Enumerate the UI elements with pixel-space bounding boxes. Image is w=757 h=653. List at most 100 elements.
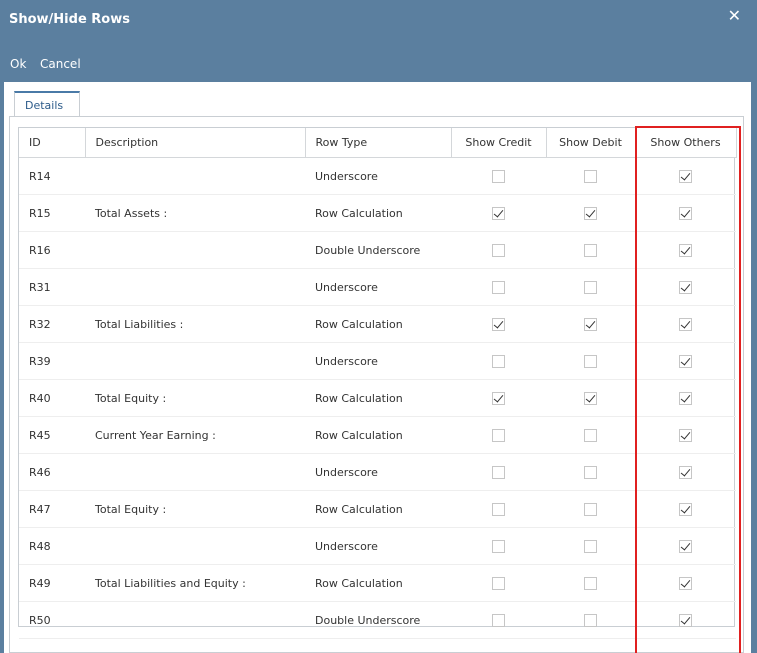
table-row[interactable]: R15 Total Assets : Row Calculation	[19, 194, 736, 232]
table-row[interactable]: R45 Current Year Earning : Row Calculation	[19, 416, 736, 454]
show-debit-cell	[546, 268, 635, 306]
show-credit-cell	[451, 527, 546, 565]
show-credit-checkbox[interactable]	[492, 206, 505, 220]
column-header-show-debit[interactable]: Show Debit	[546, 128, 636, 158]
show-debit-checkbox[interactable]	[584, 576, 597, 590]
show-others-checkbox[interactable]	[679, 613, 692, 627]
show-debit-checkbox[interactable]	[584, 243, 597, 257]
rows-table: ID Description Row Type Show Credit Show…	[19, 128, 737, 639]
row-id-cell: R48	[19, 527, 85, 565]
row-type-cell: Row Calculation	[305, 564, 451, 602]
show-debit-cell	[546, 157, 635, 195]
show-others-checkbox[interactable]	[679, 169, 692, 183]
show-credit-checkbox[interactable]	[492, 354, 505, 368]
table-row[interactable]: R14 Underscore	[19, 157, 736, 195]
table-row[interactable]: R32 Total Liabilities : Row Calculation	[19, 305, 736, 343]
show-credit-checkbox[interactable]	[492, 576, 505, 590]
show-others-cell	[635, 305, 736, 343]
show-credit-checkbox[interactable]	[492, 502, 505, 516]
show-debit-checkbox[interactable]	[584, 539, 597, 553]
show-credit-checkbox[interactable]	[492, 428, 505, 442]
show-others-checkbox[interactable]	[679, 465, 692, 479]
show-credit-checkbox[interactable]	[492, 280, 505, 294]
show-others-checkbox[interactable]	[679, 576, 692, 590]
show-others-cell	[635, 157, 736, 195]
row-description-cell: Total Assets :	[85, 194, 305, 232]
row-type-cell: Row Calculation	[305, 490, 451, 528]
cancel-button[interactable]: Cancel	[40, 57, 81, 71]
show-debit-cell	[546, 490, 635, 528]
row-description-cell: Total Liabilities :	[85, 305, 305, 343]
show-debit-checkbox[interactable]	[584, 317, 597, 331]
show-debit-cell	[546, 601, 635, 639]
row-description-cell	[85, 342, 305, 380]
show-debit-checkbox[interactable]	[584, 169, 597, 183]
show-others-checkbox[interactable]	[679, 354, 692, 368]
table-row[interactable]: R47 Total Equity : Row Calculation	[19, 490, 736, 528]
show-others-cell	[635, 194, 736, 232]
show-debit-checkbox[interactable]	[584, 502, 597, 516]
table-row[interactable]: R31 Underscore	[19, 268, 736, 306]
row-description-cell	[85, 453, 305, 491]
row-type-cell: Double Underscore	[305, 231, 451, 269]
table-row[interactable]: R39 Underscore	[19, 342, 736, 380]
show-others-checkbox[interactable]	[679, 243, 692, 257]
row-type-cell: Row Calculation	[305, 379, 451, 417]
row-id-cell: R32	[19, 305, 85, 343]
show-debit-cell	[546, 305, 635, 343]
table-row[interactable]: R49 Total Liabilities and Equity : Row Cal…	[19, 564, 736, 602]
row-id-cell: R15	[19, 194, 85, 232]
row-id-cell: R46	[19, 453, 85, 491]
dialog-title: Show/Hide Rows	[9, 12, 130, 27]
show-debit-checkbox[interactable]	[584, 613, 597, 627]
show-debit-checkbox[interactable]	[584, 280, 597, 294]
show-others-checkbox[interactable]	[679, 391, 692, 405]
table-row[interactable]: R48 Underscore	[19, 527, 736, 565]
tab-details[interactable]: Details	[14, 91, 80, 117]
show-credit-checkbox[interactable]	[492, 613, 505, 627]
show-debit-checkbox[interactable]	[584, 354, 597, 368]
show-others-checkbox[interactable]	[679, 206, 692, 220]
show-others-checkbox[interactable]	[679, 428, 692, 442]
show-debit-checkbox[interactable]	[584, 465, 597, 479]
ok-button[interactable]: Ok	[10, 57, 26, 71]
show-credit-cell	[451, 231, 546, 269]
show-credit-checkbox[interactable]	[492, 391, 505, 405]
close-icon[interactable]: ✕	[728, 6, 741, 25]
show-credit-cell	[451, 305, 546, 343]
column-header-description[interactable]: Description	[85, 128, 306, 158]
show-others-checkbox[interactable]	[679, 280, 692, 294]
show-debit-checkbox[interactable]	[584, 391, 597, 405]
show-debit-cell	[546, 342, 635, 380]
show-others-checkbox[interactable]	[679, 317, 692, 331]
column-header-show-credit[interactable]: Show Credit	[451, 128, 547, 158]
show-credit-checkbox[interactable]	[492, 539, 505, 553]
show-credit-checkbox[interactable]	[492, 465, 505, 479]
table-row[interactable]: R16 Double Underscore	[19, 231, 736, 269]
show-others-cell	[635, 527, 736, 565]
show-credit-cell	[451, 157, 546, 195]
table-row[interactable]: R46 Underscore	[19, 453, 736, 491]
column-header-id[interactable]: ID	[19, 128, 86, 158]
show-credit-checkbox[interactable]	[492, 169, 505, 183]
show-debit-cell	[546, 453, 635, 491]
table-row[interactable]: R40 Total Equity : Row Calculation	[19, 379, 736, 417]
show-others-cell	[635, 601, 736, 639]
row-type-cell: Underscore	[305, 342, 451, 380]
show-credit-cell	[451, 268, 546, 306]
show-others-cell	[635, 231, 736, 269]
show-credit-checkbox[interactable]	[492, 317, 505, 331]
show-credit-checkbox[interactable]	[492, 243, 505, 257]
show-credit-cell	[451, 564, 546, 602]
row-id-cell: R47	[19, 490, 85, 528]
show-debit-checkbox[interactable]	[584, 428, 597, 442]
row-description-cell	[85, 527, 305, 565]
show-others-checkbox[interactable]	[679, 539, 692, 553]
column-header-show-others[interactable]: Show Others	[635, 128, 737, 158]
show-debit-cell	[546, 194, 635, 232]
column-header-row-type[interactable]: Row Type	[305, 128, 452, 158]
show-debit-checkbox[interactable]	[584, 206, 597, 220]
show-others-cell	[635, 379, 736, 417]
table-row[interactable]: R50 Double Underscore	[19, 601, 736, 639]
show-others-checkbox[interactable]	[679, 502, 692, 516]
